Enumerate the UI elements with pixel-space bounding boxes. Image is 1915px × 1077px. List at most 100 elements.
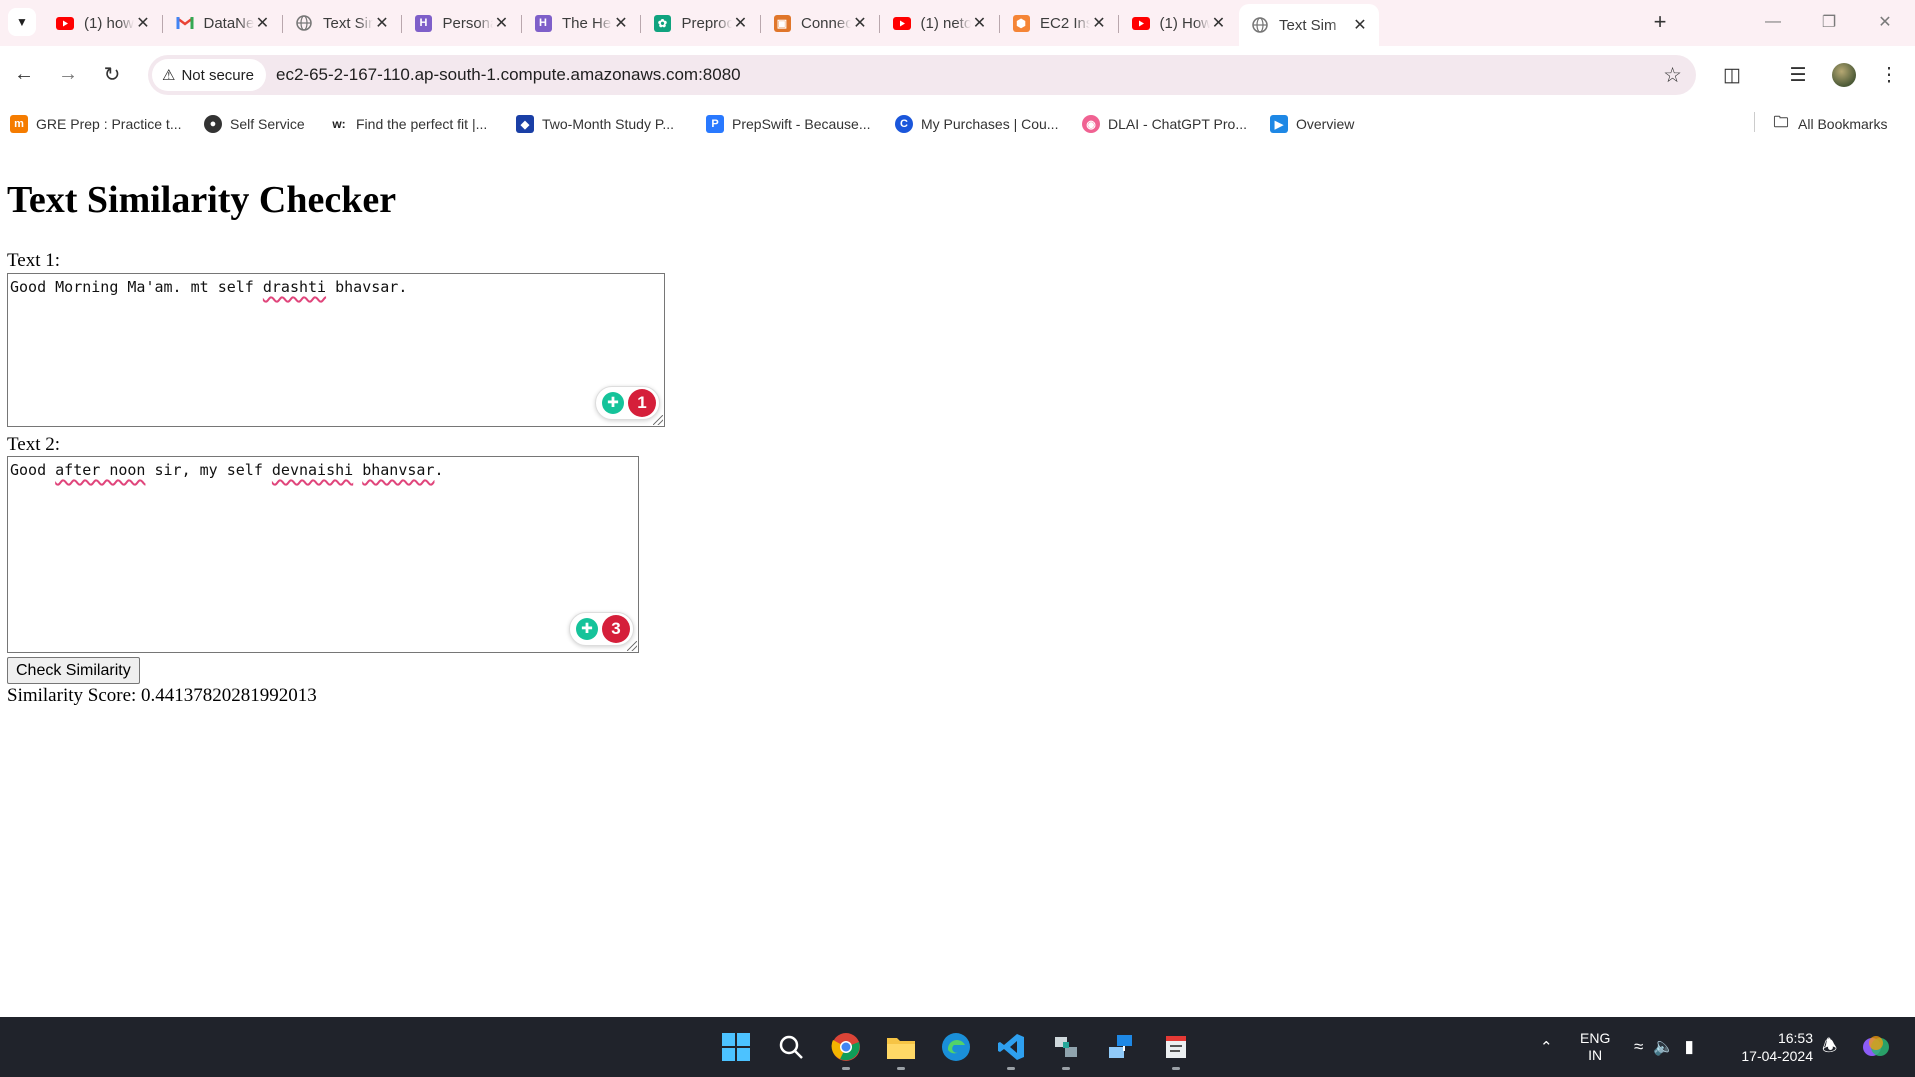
- copilot-button[interactable]: [1862, 1017, 1890, 1077]
- network-tool-icon: [1055, 1037, 1077, 1057]
- tab-close-icon[interactable]: ✕: [254, 13, 272, 33]
- tab-close-icon[interactable]: ✕: [1090, 13, 1108, 33]
- taskbar-app-3[interactable]: [1158, 1029, 1194, 1070]
- restore-icon: ❐: [1821, 14, 1837, 31]
- chevron-up-icon: ⌃: [1540, 1039, 1553, 1056]
- vscode-icon: [998, 1034, 1024, 1060]
- language-indicator[interactable]: ENG IN: [1580, 1017, 1610, 1077]
- all-bookmarks-button[interactable]: 🗀 All Bookmarks: [1772, 113, 1887, 135]
- browser-tab[interactable]: (1) how t✕: [44, 6, 163, 40]
- tab-close-icon[interactable]: ✕: [971, 13, 989, 33]
- text1-input[interactable]: Good Morning Ma'am. mt self drashti bhav…: [7, 273, 665, 427]
- text2-label: Text 2:: [7, 434, 61, 455]
- self-service-icon: ●: [204, 115, 222, 133]
- back-button[interactable]: ←: [8, 58, 40, 90]
- text2-input[interactable]: Good after noon sir, my self devnaishi b…: [7, 456, 639, 653]
- battery-icon: ▮: [1684, 1037, 1694, 1056]
- system-status-group[interactable]: ≈ 🔈 ▮: [1634, 1017, 1694, 1077]
- tab-close-icon[interactable]: ✕: [732, 13, 750, 33]
- grammarly-count-badge: 3: [602, 615, 630, 643]
- bookmark-item[interactable]: ▶ Overview: [1270, 113, 1354, 135]
- running-indicator: [1062, 1067, 1070, 1070]
- grammarly-widget-2[interactable]: ✚ 3: [569, 612, 634, 646]
- security-chip[interactable]: ⚠ Not secure: [152, 59, 266, 91]
- gre-icon: m: [10, 115, 28, 133]
- chevron-down-icon: ▼: [16, 15, 28, 29]
- tab-search-button[interactable]: ▼: [8, 8, 36, 36]
- tab-close-icon[interactable]: ✕: [493, 13, 511, 33]
- browser-tab[interactable]: Text Sim✕: [1239, 4, 1379, 46]
- restore-button[interactable]: ❐: [1801, 0, 1857, 44]
- clock[interactable]: 16:53 17-04-2024: [1733, 1017, 1813, 1077]
- tab-close-icon[interactable]: ✕: [612, 13, 630, 33]
- clock-date: 17-04-2024: [1741, 1048, 1813, 1064]
- clock-time: 16:53: [1777, 1030, 1813, 1046]
- text-segment: Good Morning Ma'am. mt self: [10, 278, 263, 296]
- notifications-button[interactable]: 🕭: [1822, 1017, 1837, 1077]
- taskbar-chrome[interactable]: [828, 1029, 864, 1070]
- bookmark-star-icon[interactable]: ☆: [1663, 63, 1682, 88]
- tab-close-icon[interactable]: ✕: [373, 13, 391, 33]
- bookmark-item[interactable]: w: Find the perfect fit |...: [330, 113, 487, 135]
- bookmark-item[interactable]: ◉ DLAI - ChatGPT Pro...: [1082, 113, 1247, 135]
- taskbar-app-2[interactable]: [1103, 1029, 1139, 1065]
- close-window-button[interactable]: ✕: [1857, 0, 1913, 44]
- taskbar-file-explorer[interactable]: [883, 1029, 919, 1070]
- running-indicator: [897, 1067, 905, 1070]
- minimize-button[interactable]: —: [1745, 0, 1801, 44]
- media-controls-icon[interactable]: ☰: [1783, 60, 1813, 90]
- forward-button[interactable]: →: [52, 58, 84, 90]
- taskbar-app-1[interactable]: [1048, 1029, 1084, 1070]
- url-text[interactable]: ec2-65-2-167-110.ap-south-1.compute.amaz…: [276, 65, 741, 85]
- browser-tab[interactable]: H Personal✕: [403, 6, 522, 40]
- search-button[interactable]: [773, 1029, 809, 1065]
- new-tab-button[interactable]: +: [1646, 9, 1674, 37]
- browser-tab[interactable]: (1) neto ✕: [881, 6, 1000, 40]
- browser-tab[interactable]: ✿ Preproc ✕: [642, 6, 761, 40]
- browser-tab[interactable]: ⬢ EC2 Inst✕: [1000, 6, 1119, 40]
- spellcheck-flagged-word: after noon: [55, 461, 146, 479]
- bookmark-item[interactable]: ◆ Two-Month Study P...: [516, 113, 674, 135]
- check-similarity-button[interactable]: Check Similarity: [7, 657, 140, 684]
- search-icon: [779, 1035, 803, 1059]
- w-icon: w:: [332, 117, 346, 131]
- forward-arrow-icon: →: [58, 62, 78, 85]
- overview-icon: ▶: [1270, 115, 1288, 133]
- bookmark-item[interactable]: C My Purchases | Cou...: [895, 113, 1058, 135]
- resize-handle[interactable]: [627, 641, 637, 651]
- profile-avatar[interactable]: [1829, 60, 1859, 90]
- browser-menu-icon[interactable]: ⋮: [1874, 60, 1904, 90]
- extensions-icon[interactable]: ◫: [1717, 60, 1747, 90]
- tab-close-icon[interactable]: ✕: [851, 13, 869, 33]
- taskbar-edge[interactable]: [938, 1029, 974, 1065]
- tab-close-icon[interactable]: ✕: [134, 13, 152, 33]
- bookmarks-divider: [1754, 112, 1755, 132]
- region-label: IN: [1588, 1047, 1603, 1063]
- address-bar[interactable]: ⚠ Not secure ec2-65-2-167-110.ap-south-1…: [148, 55, 1696, 95]
- page-title: Text Similarity Checker: [7, 179, 397, 221]
- tray-overflow-button[interactable]: ⌃: [1540, 1017, 1553, 1077]
- grammarly-widget-1[interactable]: ✚ 1: [595, 386, 660, 420]
- browser-tab[interactable]: H The Her ✕: [522, 6, 641, 40]
- tab-title: EC2 Inst: [1040, 14, 1090, 32]
- tab-close-icon[interactable]: ✕: [1351, 15, 1369, 35]
- tab-close-icon[interactable]: ✕: [1210, 13, 1228, 33]
- browser-tab[interactable]: ▣ Connect✕: [761, 6, 880, 40]
- taskbar-vscode[interactable]: [993, 1029, 1029, 1070]
- chatgpt-icon: ✿: [654, 14, 672, 32]
- taskbar: ⌃ ENG IN ≈ 🔈 ▮ 16:53 17-04-2024 🕭: [0, 1017, 1915, 1077]
- resize-handle[interactable]: [653, 415, 663, 425]
- browser-toolbar: ← → ↻ ⚠ Not secure ec2-65-2-167-110.ap-s…: [0, 46, 1915, 104]
- start-button[interactable]: [718, 1029, 754, 1065]
- bookmark-item[interactable]: ● Self Service: [204, 113, 305, 135]
- browser-tab[interactable]: DataNeu✕: [164, 6, 283, 40]
- tab-title: Preproc: [681, 14, 732, 32]
- bookmark-item[interactable]: m GRE Prep : Practice t...: [10, 113, 182, 135]
- youtube-icon: [1131, 14, 1150, 32]
- spellcheck-flagged-word: drashti: [262, 278, 327, 296]
- browser-tab[interactable]: Text Sim✕: [283, 6, 402, 40]
- reload-button[interactable]: ↻: [96, 58, 128, 90]
- browser-tab[interactable]: (1) How ✕: [1120, 6, 1238, 40]
- bookmark-label: GRE Prep : Practice t...: [36, 116, 182, 132]
- bookmark-item[interactable]: P PrepSwift - Because...: [706, 113, 871, 135]
